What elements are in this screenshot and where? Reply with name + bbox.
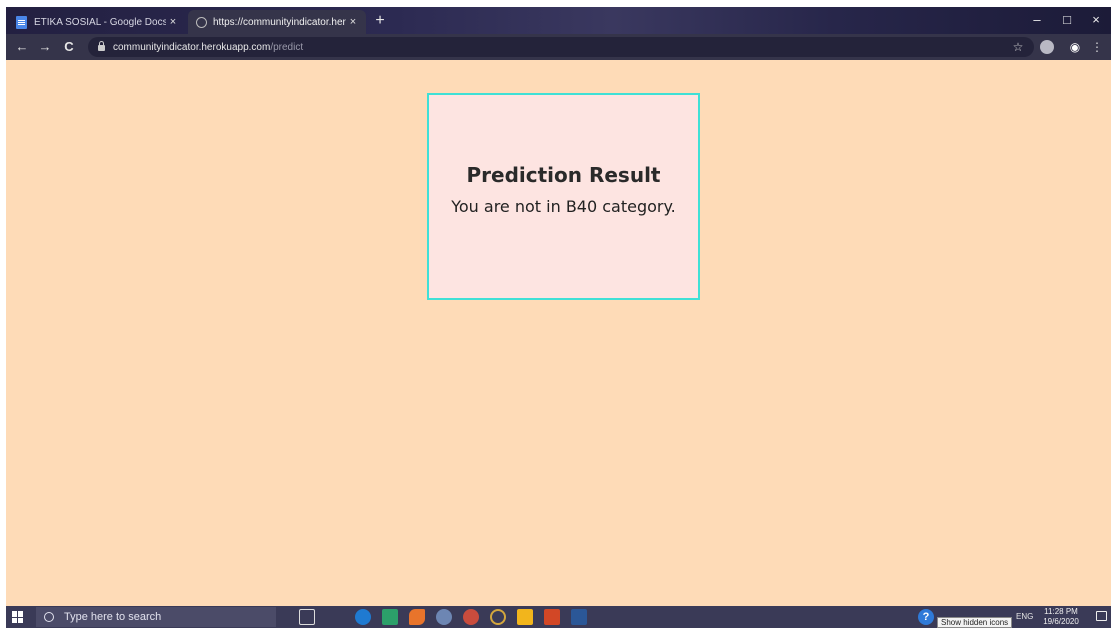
url-path: /predict: [270, 41, 304, 53]
bookmark-star-icon[interactable]: ☆: [1010, 38, 1026, 56]
reload-button[interactable]: C: [59, 37, 79, 57]
google-docs-icon: [16, 15, 27, 29]
notification-icon[interactable]: [1096, 611, 1107, 621]
tab-close-icon[interactable]: ×: [346, 16, 360, 28]
extension-icon[interactable]: [1040, 40, 1054, 54]
tab-title: ETIKA SOSIAL - Google Docs: [34, 16, 166, 28]
taskbar-clock[interactable]: 11:28 PM 19/6/2020: [1036, 607, 1086, 627]
tab-google-docs[interactable]: ETIKA SOSIAL - Google Docs ×: [10, 10, 186, 34]
task-view-icon[interactable]: [299, 609, 315, 625]
language-indicator[interactable]: ENG: [1016, 612, 1033, 621]
taskbar-search-box[interactable]: Type here to search: [36, 607, 276, 627]
search-placeholder: Type here to search: [64, 611, 162, 623]
pycharm-icon[interactable]: [382, 609, 398, 625]
tab-strip: ETIKA SOSIAL - Google Docs × https://com…: [6, 7, 1111, 34]
clock-time: 11:28 PM: [1044, 607, 1078, 616]
app-icon[interactable]: [436, 609, 452, 625]
minimize-button[interactable]: –: [1023, 10, 1051, 30]
chrome-icon[interactable]: [463, 609, 479, 625]
page-content: Prediction Result You are not in B40 cat…: [6, 60, 1111, 606]
url-host: communityindicator.herokuapp.com: [113, 41, 271, 53]
windows-start-icon[interactable]: [12, 611, 24, 623]
sticky-notes-icon[interactable]: [517, 609, 533, 625]
word-icon[interactable]: [571, 609, 587, 625]
new-tab-button[interactable]: +: [370, 11, 390, 31]
back-button[interactable]: ←: [12, 37, 32, 57]
tab-close-icon[interactable]: ×: [166, 16, 180, 28]
lock-icon: [98, 41, 105, 51]
matlab-icon[interactable]: [409, 609, 425, 625]
windows-taskbar: Type here to search ? Show hidden icons …: [6, 606, 1111, 628]
address-bar[interactable]: communityindicator.herokuapp.com/predict: [88, 37, 1034, 57]
prediction-heading: Prediction Result: [466, 163, 661, 187]
prediction-message: You are not in B40 category.: [451, 197, 676, 216]
tab-title: https://communityindicator.herokuapp.com…: [213, 16, 346, 28]
maximize-button[interactable]: □: [1053, 10, 1081, 30]
powerpoint-icon[interactable]: [544, 609, 560, 625]
show-hidden-icons-tooltip: Show hidden icons: [937, 617, 1013, 628]
prediction-card: Prediction Result You are not in B40 cat…: [427, 93, 700, 300]
forward-button[interactable]: →: [35, 37, 55, 57]
clock-date: 19/6/2020: [1043, 617, 1079, 626]
help-icon[interactable]: ?: [918, 609, 934, 625]
close-window-button[interactable]: ×: [1082, 10, 1110, 30]
anaconda-icon[interactable]: [490, 609, 506, 625]
browser-menu-icon[interactable]: ⋮: [1091, 38, 1103, 56]
tab-predict[interactable]: https://communityindicator.herokuapp.com…: [188, 10, 366, 34]
search-icon: [44, 612, 54, 622]
edge-icon[interactable]: [355, 609, 371, 625]
screen: ETIKA SOSIAL - Google Docs × https://com…: [6, 7, 1111, 628]
browser-toolbar: ← → C communityindicator.herokuapp.com/p…: [6, 34, 1111, 60]
profile-avatar-icon[interactable]: ◉: [1066, 39, 1084, 55]
globe-icon: [196, 16, 207, 28]
